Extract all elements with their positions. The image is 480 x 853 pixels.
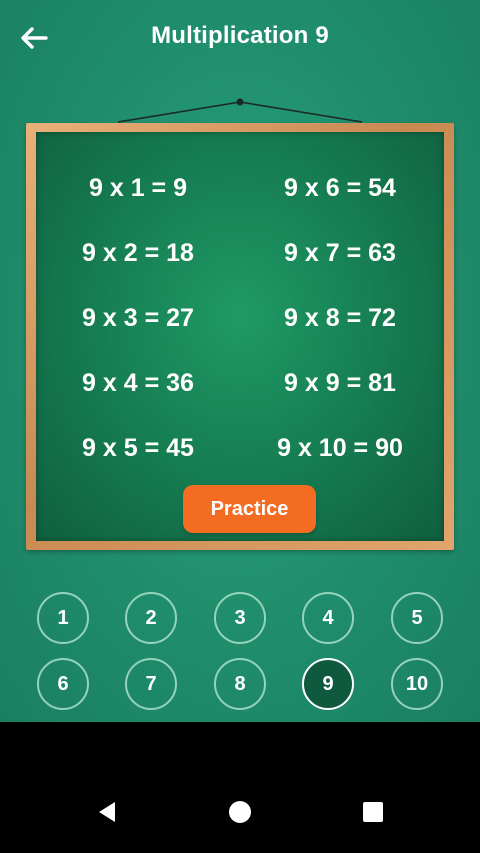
nav-recents-button[interactable] xyxy=(358,797,388,827)
fact-9x5: 9 x 5 = 45 xyxy=(82,434,194,462)
number-button-10[interactable]: 10 xyxy=(391,658,443,710)
number-button-8[interactable]: 8 xyxy=(214,658,266,710)
fact-9x6: 9 x 6 = 54 xyxy=(284,174,396,202)
nav-back-button[interactable] xyxy=(92,797,122,827)
fact-9x2: 9 x 2 = 18 xyxy=(82,239,194,267)
app-header: Multiplication 9 xyxy=(0,0,480,76)
number-button-5[interactable]: 5 xyxy=(391,592,443,644)
number-button-3[interactable]: 3 xyxy=(214,592,266,644)
fact-9x7: 9 x 7 = 63 xyxy=(284,239,396,267)
fact-9x1: 9 x 1 = 9 xyxy=(89,174,187,202)
number-button-4[interactable]: 4 xyxy=(302,592,354,644)
system-navigation-bar xyxy=(0,722,480,853)
fact-9x10: 9 x 10 = 90 xyxy=(277,434,403,462)
fact-9x8: 9 x 8 = 72 xyxy=(284,304,396,332)
fact-9x3: 9 x 3 = 27 xyxy=(82,304,194,332)
triangle-back-icon xyxy=(99,802,115,822)
nav-home-button[interactable] xyxy=(225,797,255,827)
square-recents-icon xyxy=(363,802,383,822)
number-button-9-selected[interactable]: 9 xyxy=(302,658,354,710)
app-screen: Multiplication 9 9 x 1 = 9 9 x 2 = 18 9 … xyxy=(0,0,480,722)
fact-9x4: 9 x 4 = 36 xyxy=(82,369,194,397)
number-button-7[interactable]: 7 xyxy=(125,658,177,710)
chalkboard: 9 x 1 = 9 9 x 2 = 18 9 x 3 = 27 9 x 4 = … xyxy=(36,132,444,541)
chalkboard-frame: 9 x 1 = 9 9 x 2 = 18 9 x 3 = 27 9 x 4 = … xyxy=(26,123,454,550)
number-button-6[interactable]: 6 xyxy=(37,658,89,710)
fact-9x9: 9 x 9 = 81 xyxy=(284,369,396,397)
page-title: Multiplication 9 xyxy=(151,22,329,49)
practice-button[interactable]: Practice xyxy=(183,485,316,533)
number-button-1[interactable]: 1 xyxy=(37,592,89,644)
circle-home-icon xyxy=(229,801,251,823)
number-button-2[interactable]: 2 xyxy=(125,592,177,644)
